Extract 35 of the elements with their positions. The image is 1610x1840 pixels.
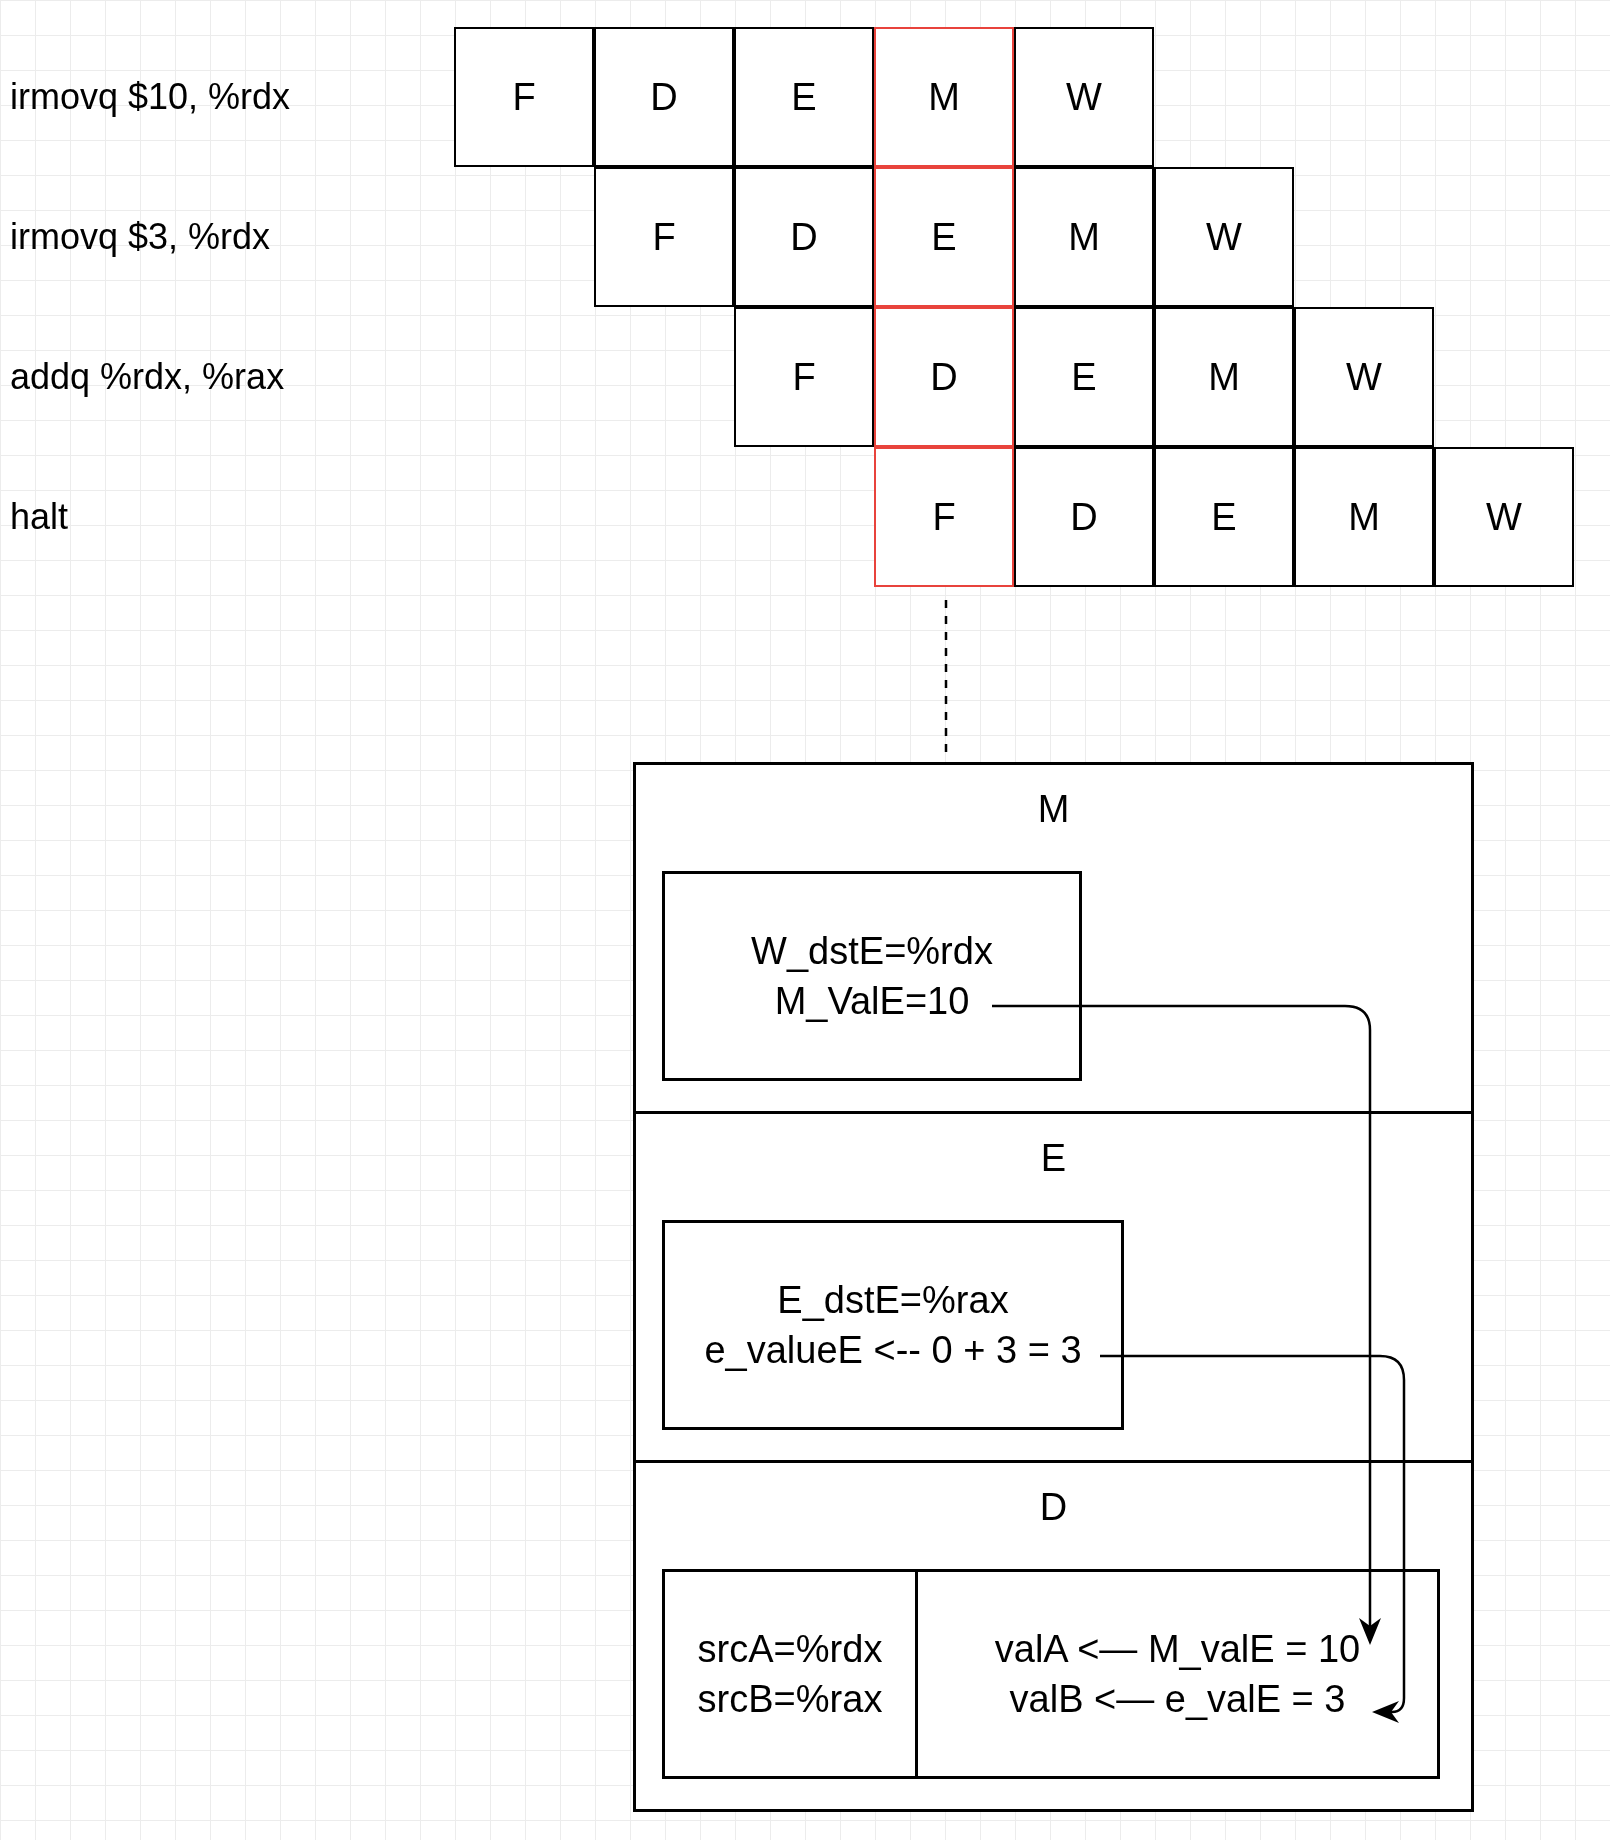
stage-cell: W [1434,447,1574,587]
stage-cell: M [1014,167,1154,307]
stage-cell: M [1294,447,1434,587]
stage-cell: E [1014,307,1154,447]
register-text: W_dstE=%rdx [751,929,993,974]
register-text: valA <— M_valE = 10 [994,1627,1361,1672]
stage-cell: F [454,27,594,167]
register-text: srcA=%rdx [697,1627,883,1672]
stage-title: D [1039,1485,1068,1529]
stage-cell: M [874,27,1014,167]
stage-cell: F [874,447,1014,587]
stage-cell: W [1294,307,1434,447]
stage-cell: E [734,27,874,167]
instruction-label: halt [10,495,69,539]
stage-cell: D [874,307,1014,447]
register-text: e_valueE <-- 0 + 3 = 3 [704,1328,1082,1373]
stage-title: E [1040,1136,1067,1180]
instruction-label: irmovq $3, %rdx [10,215,271,259]
stage-cell: D [594,27,734,167]
stage-cell: W [1014,27,1154,167]
stage-cell: M [1154,307,1294,447]
register-text: valB <— e_valE = 3 [1009,1677,1346,1722]
register-text: E_dstE=%rax [777,1278,1009,1323]
stage-title: M [1037,787,1070,831]
stage-cell: D [734,167,874,307]
register-text: M_ValE=10 [774,979,970,1024]
stage-cell: F [594,167,734,307]
instruction-label: addq %rdx, %rax [10,355,285,399]
stage-cell: W [1154,167,1294,307]
stage-cell: E [1154,447,1294,587]
instruction-label: irmovq $10, %rdx [10,75,291,119]
stage-cell: F [734,307,874,447]
register-text: srcB=%rax [697,1677,883,1722]
stage-cell: D [1014,447,1154,587]
stage-cell: E [874,167,1014,307]
